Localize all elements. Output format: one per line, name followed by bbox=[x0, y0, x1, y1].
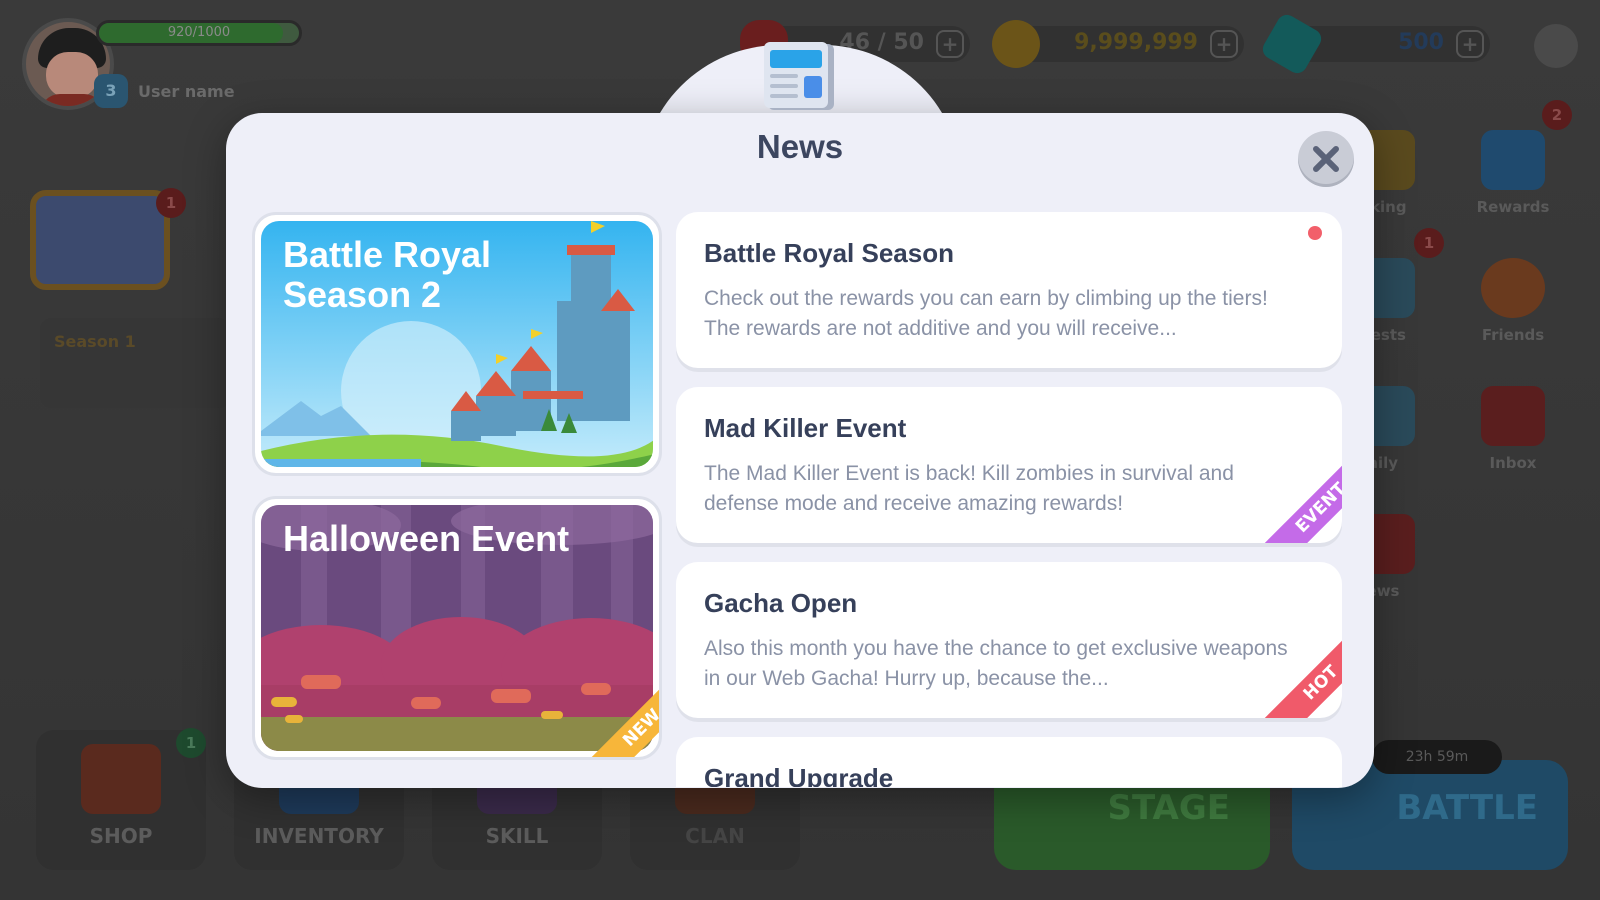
battle-timer: 23h 59m bbox=[1372, 740, 1502, 774]
level-badge: 3 bbox=[94, 74, 128, 108]
add-hearts-button[interactable]: + bbox=[936, 30, 964, 58]
event-tag: EVENT bbox=[1254, 455, 1342, 543]
add-coins-button[interactable]: + bbox=[1210, 30, 1238, 58]
rewards-label: Rewards bbox=[1476, 198, 1550, 216]
season-label: Season 1 bbox=[54, 332, 136, 351]
skill-label: SKILL bbox=[485, 824, 549, 848]
banner-halloween[interactable]: Halloween Event NEW bbox=[252, 496, 662, 760]
news-item[interactable]: Grand Upgrade bbox=[676, 737, 1342, 787]
xp-text: 920/1000 bbox=[167, 25, 231, 40]
user-name: User name bbox=[138, 82, 235, 101]
news-item-title: Battle Royal Season bbox=[704, 238, 954, 268]
avatar-face bbox=[46, 52, 98, 98]
rewards-badge: 2 bbox=[1542, 100, 1572, 130]
unread-dot bbox=[1308, 226, 1322, 240]
reward-chest[interactable] bbox=[30, 190, 170, 290]
friends-icon bbox=[1481, 258, 1545, 318]
quests-badge: 1 bbox=[1414, 228, 1444, 258]
news-item[interactable]: Gacha Open Also this month you have the … bbox=[676, 562, 1342, 718]
banner-title: Battle Royal Season 2 bbox=[283, 234, 492, 315]
gift-icon bbox=[1481, 130, 1545, 190]
clan-label: CLAN bbox=[685, 824, 745, 848]
settings-gear-icon[interactable] bbox=[1534, 24, 1578, 68]
shop-badge: 1 bbox=[176, 728, 206, 758]
friends-label: Friends bbox=[1481, 326, 1545, 344]
coin-icon bbox=[992, 20, 1040, 68]
coins-counter: 9,999,999 + bbox=[992, 20, 1244, 68]
news-item[interactable]: Mad Killer Event The Mad Killer Event is… bbox=[676, 387, 1342, 543]
inbox-label: Inbox bbox=[1489, 454, 1537, 472]
shop-label: SHOP bbox=[89, 824, 153, 848]
news-item-desc: The Mad Killer Event is back! Kill zombi… bbox=[704, 462, 1234, 515]
banner-battle-royal[interactable]: Battle Royal Season 2 bbox=[252, 212, 662, 476]
banner-title: Halloween Event bbox=[283, 518, 570, 559]
gems-counter: 500 + bbox=[1259, 11, 1490, 77]
event-tag-label: EVENT bbox=[1257, 455, 1342, 543]
xp-bar: 920/1000 bbox=[96, 20, 302, 46]
friends-button[interactable]: Friends bbox=[1470, 248, 1556, 358]
close-icon bbox=[1313, 146, 1339, 172]
mailbox-icon bbox=[1481, 386, 1545, 446]
rewards-button[interactable]: Rewards bbox=[1470, 120, 1556, 230]
gems-value: 500 bbox=[1398, 30, 1444, 55]
news-item-title: Mad Killer Event bbox=[704, 413, 907, 443]
news-item-desc: Check out the rewards you can earn by cl… bbox=[704, 287, 1268, 340]
news-item-title: Grand Upgrade bbox=[704, 763, 894, 787]
gem-icon bbox=[1259, 11, 1325, 77]
new-ribbon-label: NEW bbox=[578, 669, 659, 757]
news-item[interactable]: Battle Royal Season Check out the reward… bbox=[676, 212, 1342, 368]
shop-icon bbox=[81, 744, 161, 814]
news-list[interactable]: Battle Royal Season Check out the reward… bbox=[676, 212, 1348, 787]
news-item-desc: Also this month you have the chance to g… bbox=[704, 637, 1288, 690]
chest-badge: 1 bbox=[156, 188, 186, 218]
season-panel[interactable]: Season 1 bbox=[40, 318, 230, 408]
news-item-title: Gacha Open bbox=[704, 588, 858, 618]
new-ribbon: NEW bbox=[571, 669, 659, 757]
inventory-label: INVENTORY bbox=[254, 824, 384, 848]
add-gems-button[interactable]: + bbox=[1456, 30, 1484, 58]
hot-tag-label: HOT bbox=[1257, 630, 1342, 718]
close-button[interactable] bbox=[1298, 131, 1354, 187]
coins-value: 9,999,999 bbox=[1074, 30, 1198, 55]
hot-tag: HOT bbox=[1254, 630, 1342, 718]
newspaper-icon bbox=[764, 42, 834, 110]
inbox-button[interactable]: Inbox bbox=[1470, 376, 1556, 486]
